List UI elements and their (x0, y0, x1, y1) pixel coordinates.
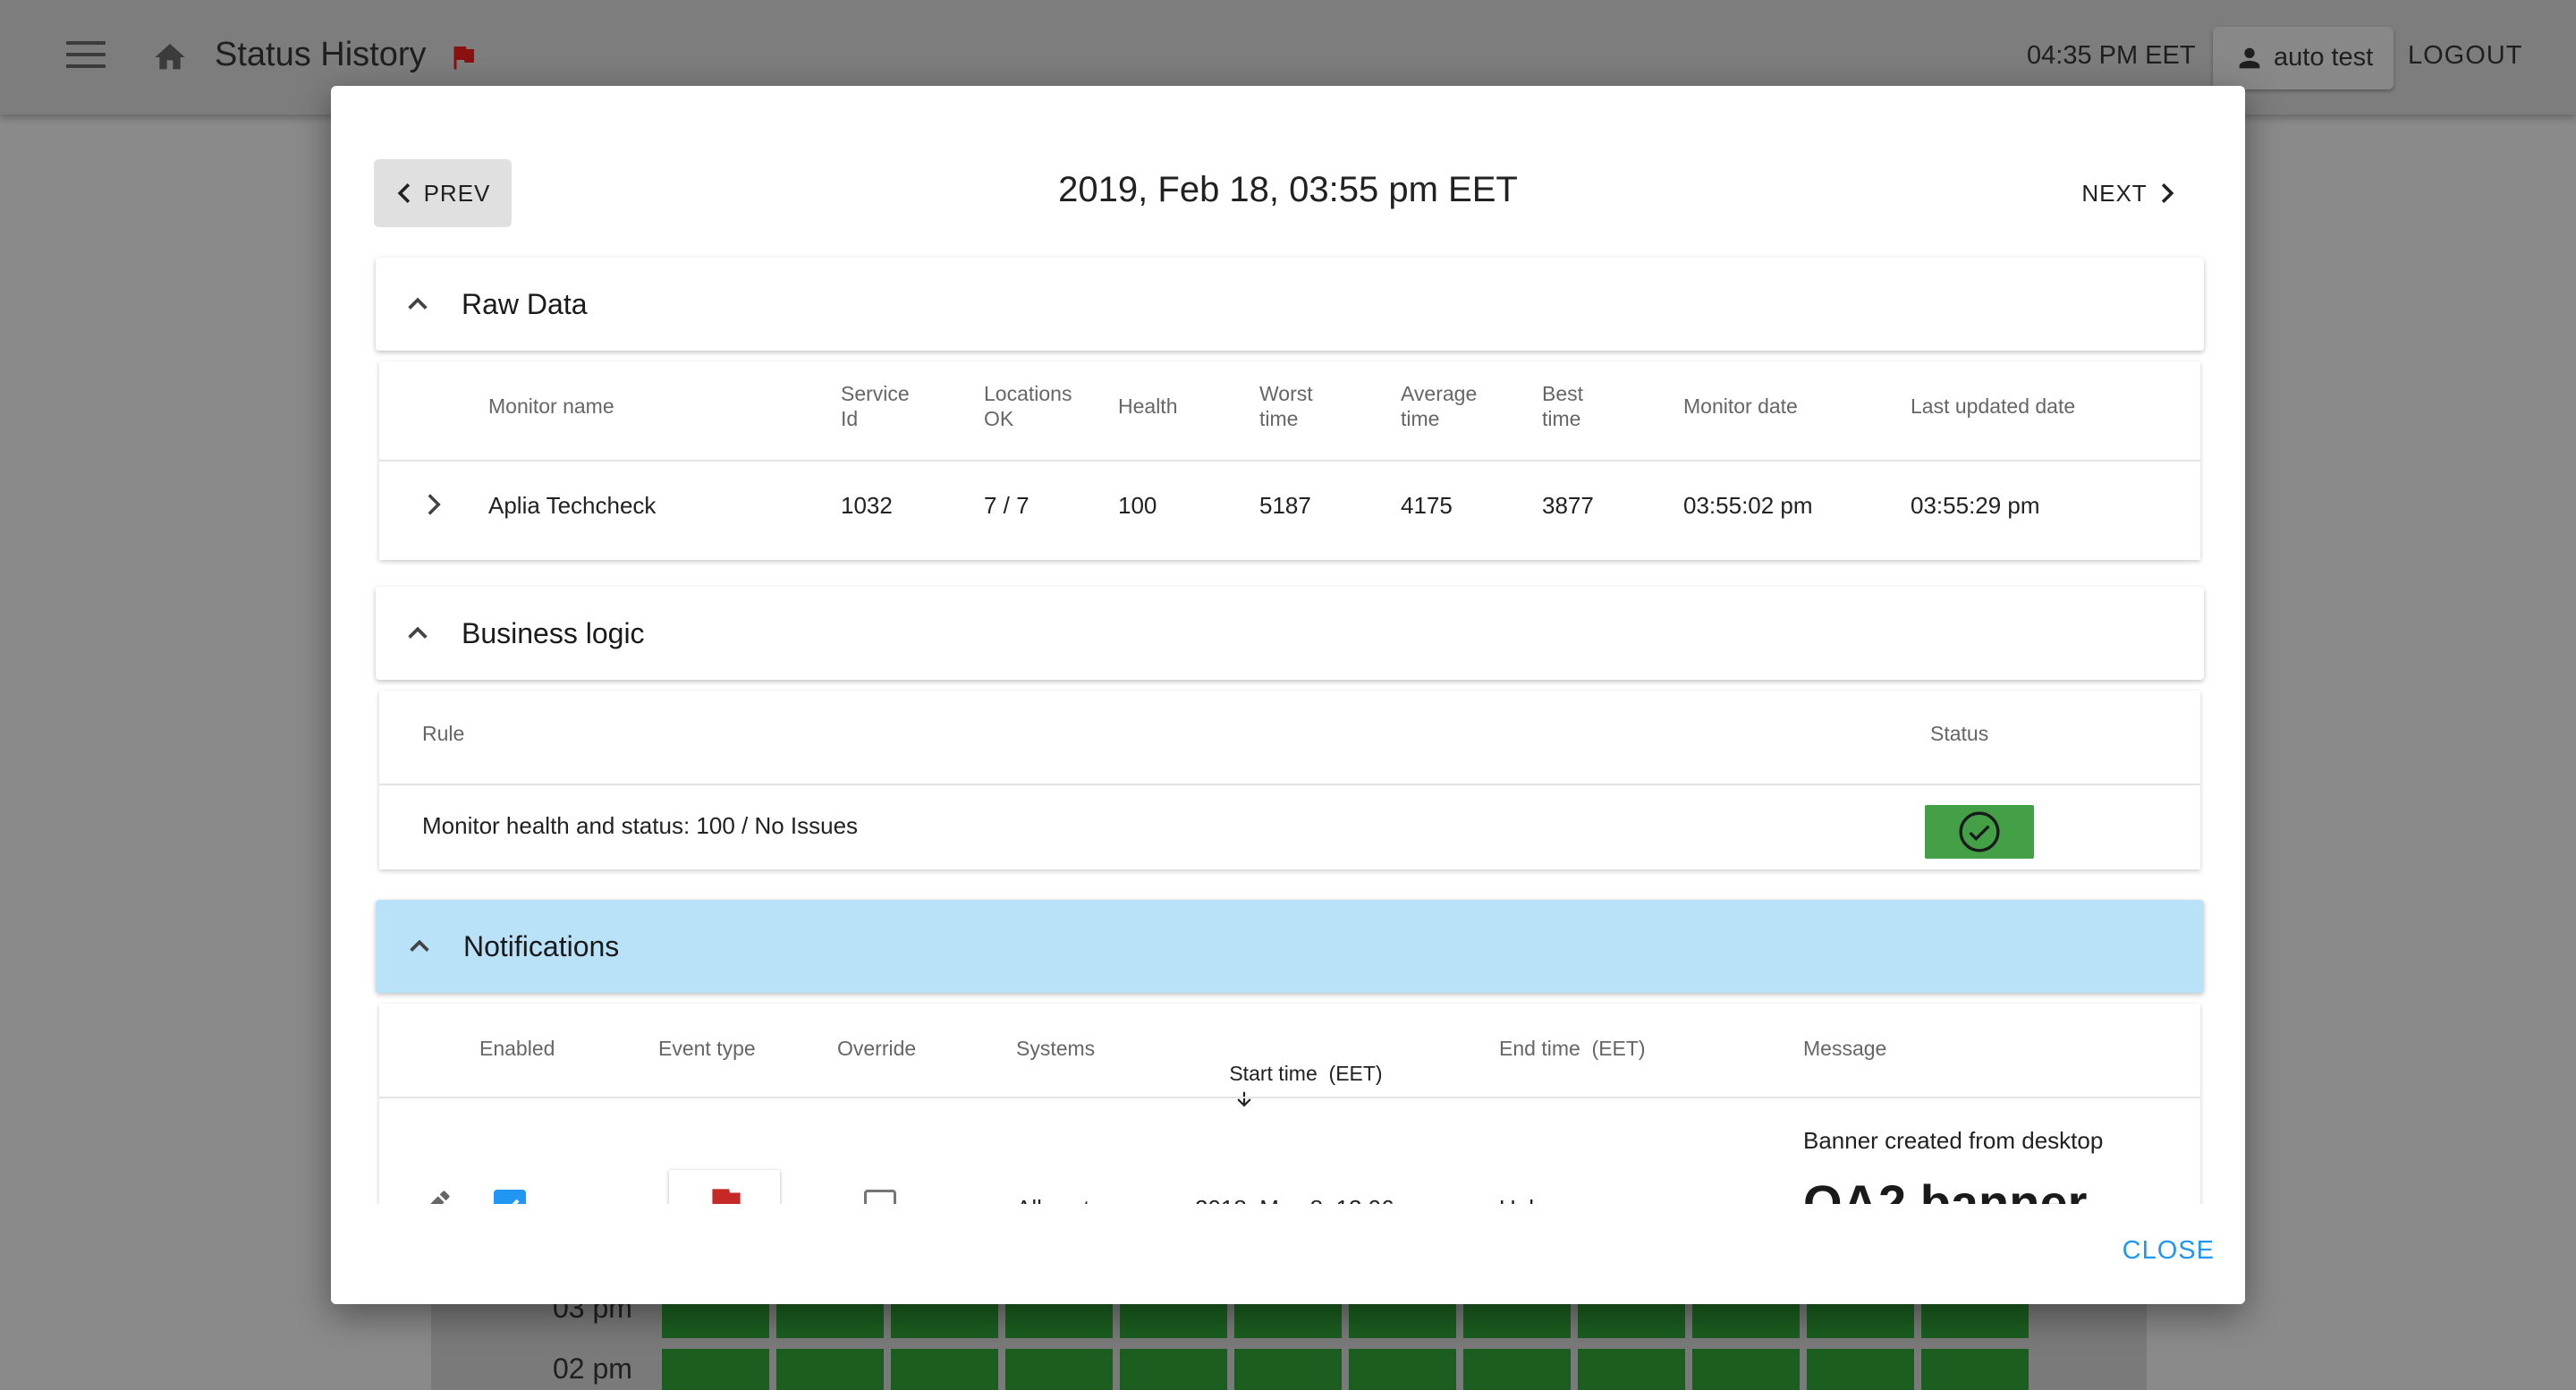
user-button[interactable]: auto test (2213, 27, 2394, 89)
menu-icon[interactable] (66, 41, 106, 73)
status-ok-badge (1925, 805, 2034, 859)
cell-rule: Monitor health and status: 100 / No Issu… (422, 812, 859, 839)
chevron-up-icon[interactable] (404, 619, 431, 646)
cell-message-caption: Banner created from desktop (1803, 1127, 2104, 1154)
chevron-up-icon[interactable] (406, 932, 433, 959)
col-service-id: Service Id (841, 382, 910, 430)
logout-button[interactable]: LOGOUT (2408, 41, 2522, 71)
business-logic-table: Rule Status Monitor health and status: 1… (379, 691, 2200, 869)
cell-monitor-name: Aplia Techcheck (488, 492, 657, 519)
col-last-updated: Last updated date (1911, 394, 2076, 418)
clock-text: 04:35 PM EET (2027, 41, 2196, 70)
col-monitor-name: Monitor name (488, 394, 614, 418)
col-best-time: Best time (1542, 382, 1584, 430)
notifications-header[interactable]: Notifications (376, 900, 2204, 993)
raw-data-table: Monitor name Service Id Locations OK Healt… (379, 361, 2200, 560)
home-icon[interactable] (150, 39, 190, 75)
hour-label: 02 pm (553, 1352, 632, 1385)
col-event-type: Event type (658, 1037, 756, 1060)
header-divider (379, 1097, 2200, 1098)
col-start-time[interactable]: Start time (EET) (1195, 1036, 1383, 1136)
cell-worst-time: 5187 (1259, 492, 1311, 519)
col-end-time: End time (EET) (1499, 1037, 1646, 1060)
col-enabled: Enabled (479, 1037, 555, 1060)
raw-data-title: Raw Data (462, 288, 588, 320)
close-button[interactable]: CLOSE (2123, 1236, 2215, 1266)
user-name: auto test (2274, 43, 2374, 72)
chevron-up-icon[interactable] (404, 290, 431, 317)
notifications-title: Notifications (463, 930, 620, 962)
cell-service-id: 1032 (841, 492, 893, 519)
col-locations-ok: Locations OK (984, 382, 1072, 430)
cell-locations-ok: 7 / 7 (984, 492, 1030, 519)
cell-average-time: 4175 (1401, 492, 1453, 519)
check-circle-icon (1959, 811, 2000, 852)
col-override: Override (837, 1037, 917, 1060)
col-rule: Rule (422, 722, 465, 745)
dialog-footer (331, 1204, 2245, 1304)
dialog-title: 2019, Feb 18, 03:55 pm EET (1058, 170, 1518, 209)
header-divider (379, 460, 2200, 462)
business-logic-title: Business logic (462, 617, 645, 649)
col-status: Status (1930, 722, 1989, 745)
cell-health: 100 (1118, 492, 1157, 519)
status-detail-dialog: PREV 2019, Feb 18, 03:55 pm EET NEXT Raw… (331, 86, 2245, 1304)
chevron-right-icon (2161, 182, 2174, 204)
cell-last-updated: 03:55:29 pm (1911, 492, 2040, 519)
col-worst-time: Worst time (1259, 382, 1313, 430)
next-button[interactable]: NEXT (2066, 159, 2191, 227)
person-icon (2239, 47, 2260, 69)
cell-best-time: 3877 (1542, 492, 1594, 519)
col-monitor-date: Monitor date (1683, 394, 1798, 418)
status-grid-row (662, 1349, 2029, 1390)
col-health: Health (1118, 394, 1178, 418)
next-label: NEXT (2081, 179, 2148, 207)
flag-icon (453, 47, 474, 70)
col-systems: Systems (1016, 1037, 1096, 1060)
raw-data-header[interactable]: Raw Data (376, 258, 2204, 351)
cell-monitor-date: 03:55:02 pm (1683, 492, 1813, 519)
arrow-down-icon (1237, 1091, 1251, 1107)
business-logic-header[interactable]: Business logic (376, 587, 2204, 680)
col-average-time: Average time (1401, 382, 1478, 430)
header-divider (379, 784, 2200, 785)
page-title: Status History (215, 36, 427, 73)
chevron-right-icon[interactable] (424, 492, 444, 517)
col-message: Message (1803, 1037, 1887, 1060)
